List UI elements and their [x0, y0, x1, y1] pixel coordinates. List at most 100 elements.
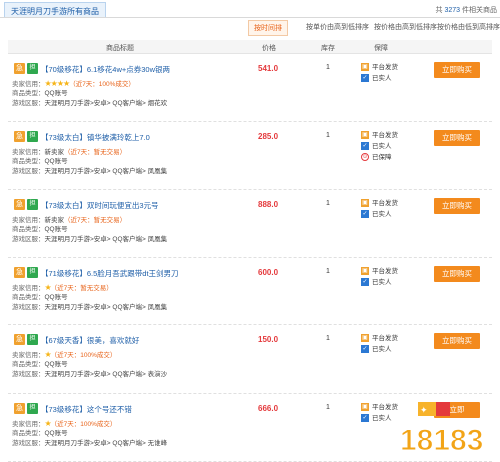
seller-credit-value: 新卖家 [44, 217, 65, 224]
product-title-link[interactable]: 【67级天香】很美，喜欢就好 [41, 335, 139, 346]
game-server-label: 游戏区服： [12, 440, 45, 447]
seller-rate: （近7天：100%成交） [50, 421, 117, 428]
product-type: 商品类型：QQ账号 [12, 293, 167, 303]
guarantee-label: 平台发货 [372, 404, 398, 411]
product-type-value: QQ账号 [44, 158, 68, 165]
guarantee-list: ▣ 平台发货 ✓ 已实人 [361, 62, 398, 84]
guarantee-list: ▣ 平台发货 ✓ 已实人 ⊙ 已保障 [361, 130, 398, 163]
product-stock: 1 [326, 200, 330, 207]
guarantee-tag: 担 [27, 403, 38, 414]
svg-text:✦: ✦ [420, 405, 428, 415]
breadcrumb-tab[interactable]: 天涯明月刀手游所有商品 [4, 2, 106, 17]
count-prefix: 共 [435, 7, 443, 14]
seller-credit: 卖家信用：★（近7天：100%成交） [12, 419, 167, 429]
product-type-label: 商品类型： [12, 361, 45, 368]
game-server-label: 游戏区服： [12, 371, 45, 378]
product-price: 666.0 [258, 404, 279, 413]
user-check-icon: ✓ [361, 210, 369, 219]
guarantee-badge: ✓ 已实人 [361, 73, 398, 84]
game-server: 游戏区服：天涯明月刀手游>安卓> QQ客户端> 凤凰集 [12, 235, 167, 245]
seller-credit: 卖家信用：新卖家（近7天：暂无交易） [12, 147, 167, 157]
product-title-link[interactable]: 【71级移花】6.5脸月吾武跟带dt王剑男刀 [41, 268, 179, 279]
seller-credit: 卖家信用：★（近7天：100%成交） [12, 350, 167, 360]
user-check-icon: ✓ [361, 414, 369, 423]
box-icon: ▣ [361, 403, 369, 412]
product-type: 商品类型：QQ账号 [12, 360, 167, 370]
game-server: 游戏区服：天涯明月刀手游>安卓> QQ客户端> 烟花欢 [12, 99, 167, 109]
product-details: 卖家信用：★（近7天：100%成交） 商品类型：QQ账号 游戏区服：天涯明月刀手游>… [12, 350, 167, 380]
guarantee-badge: ✓ 已实人 [361, 277, 398, 288]
table-header: 商品标题 价格 库存 保障 [8, 40, 492, 54]
urgent-tag: 急 [14, 334, 25, 345]
buy-now-button[interactable]: 立即购买 [434, 62, 480, 78]
product-details: 卖家信用：★（近7天：100%成交） 商品类型：QQ账号 游戏区服：天涯明月刀手游>… [12, 419, 167, 449]
sort-bar: 按时间排 按单价由高到低排序 按价格由高到低排序 按价格由低到高排序 [0, 18, 500, 38]
buy-now-button[interactable]: 立即购买 [434, 198, 480, 214]
urgent-tag: 急 [14, 131, 25, 142]
game-server-label: 游戏区服： [12, 236, 45, 243]
guarantee-tag: 担 [27, 199, 38, 210]
seller-rate: （近7天：100%成交） [69, 81, 135, 88]
product-details: 卖家信用：新卖家（近7天：暂无交易） 商品类型：QQ账号游戏区服：天涯明月刀手游>… [12, 215, 167, 245]
seller-stars: ★★★★ [44, 79, 71, 88]
guarantee-badge: ✓ 已实人 [361, 413, 398, 424]
guarantee-badge: ▣ 平台发货 [361, 130, 398, 141]
count-suffix: 件相关商品 [462, 7, 497, 14]
game-server-value: 天涯明月刀手游>安卓> QQ客户端> 凤凰集 [44, 168, 168, 175]
guarantee-list: ▣ 平台发货 ✓ 已实人 [361, 402, 398, 424]
product-title-link[interactable]: 【73级太白】镇华披满玲乾上7.0 [41, 132, 150, 143]
product-type-label: 商品类型： [12, 294, 45, 301]
watermark-text: 18183 [400, 424, 483, 457]
guarantee-label: 平台发货 [372, 132, 398, 139]
seller-rate: （近7天：暂无交易） [64, 217, 127, 224]
product-details: 卖家信用：新卖家（近7天：暂无交易） 商品类型：QQ账号 游戏区服：天涯明月刀手游>… [12, 147, 167, 177]
buy-now-button[interactable]: 立即购买 [434, 266, 480, 282]
sort-by-price-asc[interactable]: 按价格由低到高排序 [437, 22, 500, 32]
game-server-value: 天涯明月刀手游>安卓> QQ客户端> 凤凰集 [44, 236, 168, 243]
sort-by-unit-price[interactable]: 按单价由高到低排序 [306, 22, 369, 32]
box-icon: ▣ [361, 267, 369, 276]
guarantee-badge: ▣ 平台发货 [361, 62, 398, 73]
box-icon: ▣ [361, 199, 369, 208]
urgent-tag: 急 [14, 63, 25, 74]
guarantee-label: 平台发货 [372, 335, 398, 342]
buy-now-button[interactable]: 立即购买 [434, 333, 480, 349]
seller-credit-label: 卖家信用： [12, 149, 45, 156]
seller-credit: 卖家信用：新卖家（近7天：暂无交易） [12, 215, 167, 225]
count-number: 3273 [444, 7, 461, 14]
urgent-tag: 急 [14, 199, 25, 210]
seller-credit-label: 卖家信用： [12, 352, 45, 359]
game-server: 游戏区服：天涯明月刀手游>安卓> QQ客户端> 凤凰集 [12, 303, 167, 313]
seller-rate: （近7天：暂无交易） [64, 149, 127, 156]
guarantee-label: 平台发货 [372, 200, 398, 207]
guarantee-label: 已保障 [372, 154, 392, 161]
product-type: 商品类型：QQ账号 [12, 89, 167, 99]
guarantee-badge: ▣ 平台发货 [361, 266, 398, 277]
urgent-tag: 急 [14, 267, 25, 278]
user-check-icon: ✓ [361, 142, 369, 151]
product-stock: 1 [326, 335, 330, 342]
user-check-icon: ✓ [361, 74, 369, 83]
buy-now-button[interactable]: 立即购买 [434, 130, 480, 146]
product-title-link[interactable]: 【73级太白】双时间玩便宜出3元号 [41, 200, 159, 211]
product-type-label: 商品类型： [12, 430, 45, 437]
product-title-link[interactable]: 【73级移花】这个号还不错 [41, 404, 132, 415]
shield-icon: ⊙ [361, 153, 369, 162]
product-details: 卖家信用：★★★★（近7天：100%成交） 商品类型：QQ账号 游戏区服：天涯明月刀… [12, 79, 167, 109]
product-type-label: 商品类型： [12, 226, 45, 233]
product-row: 急担【70级移花】6.1移花4w+点券30w银两卖家信用：★★★★（近7天：10… [8, 54, 492, 122]
product-type-value: QQ账号 [44, 226, 68, 233]
seller-credit-label: 卖家信用： [12, 421, 45, 428]
seller-credit-label: 卖家信用： [12, 81, 45, 88]
product-title-link[interactable]: 【70级移花】6.1移花4w+点券30w银两 [41, 64, 170, 75]
product-stock: 1 [326, 268, 330, 275]
guarantee-label: 已实人 [372, 75, 392, 82]
result-count: 共 3273 件相关商品 [436, 5, 497, 15]
guarantee-badge: ✓ 已实人 [361, 344, 398, 355]
sort-by-time[interactable]: 按时间排 [248, 20, 288, 36]
guarantee-tag: 担 [27, 63, 38, 74]
game-server-label: 游戏区服： [12, 100, 45, 107]
product-stock: 1 [326, 404, 330, 411]
sort-by-price-desc[interactable]: 按价格由高到低排序 [374, 22, 437, 32]
seller-rate: （近7天：100%成交） [50, 352, 117, 359]
